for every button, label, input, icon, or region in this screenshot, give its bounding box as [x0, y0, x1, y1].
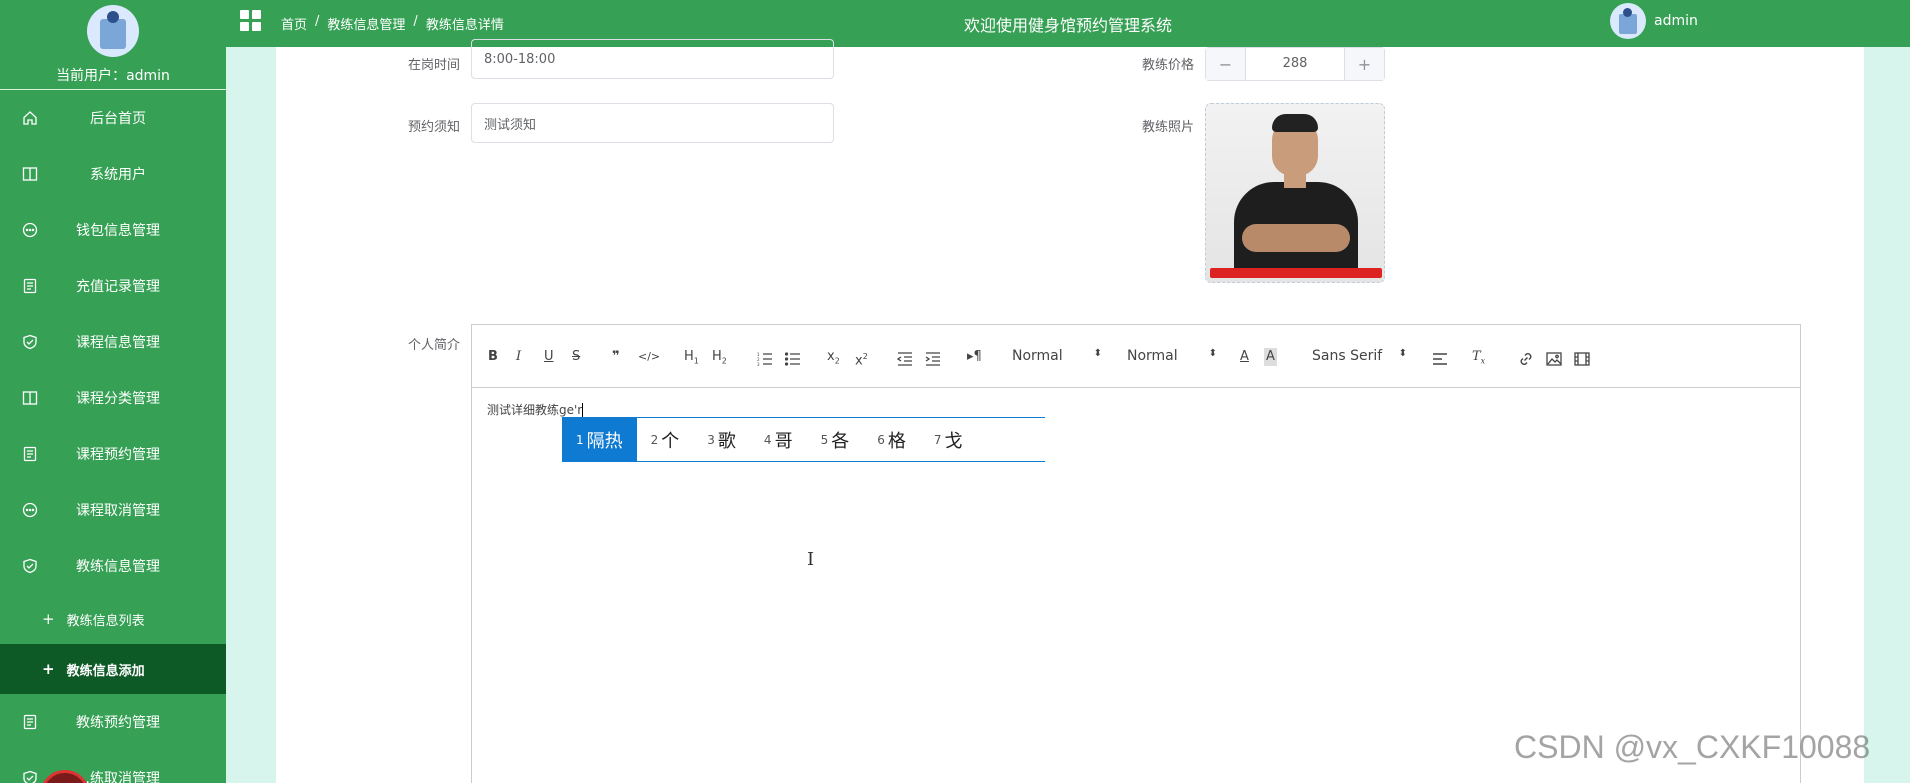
- document-icon: [23, 278, 37, 294]
- decrease-button[interactable]: −: [1206, 48, 1246, 80]
- chat-icon: [22, 502, 38, 518]
- sidebar-item-wallet[interactable]: 钱包信息管理: [0, 202, 226, 258]
- ime-candidate[interactable]: 2个: [637, 418, 694, 461]
- sidebar-item-course-category[interactable]: 课程分类管理: [0, 370, 226, 426]
- work-time-label: 在岗时间: [407, 58, 460, 73]
- avatar[interactable]: [1610, 3, 1646, 39]
- ime-candidate[interactable]: 5各: [807, 418, 864, 461]
- background-color-icon[interactable]: A: [1264, 348, 1277, 366]
- notice-label: 预约须知: [407, 120, 460, 135]
- sidebar-item-course-booking[interactable]: 课程预约管理: [0, 426, 226, 482]
- document-icon: [23, 714, 37, 730]
- columns-icon: [22, 167, 38, 181]
- breadcrumb-coach-management[interactable]: 教练信息管理: [327, 14, 405, 33]
- editor-toolbar: B I U S ❞ </> H1 H2 123 x2 x2 ▸¶ Normal ⬍…: [472, 325, 1800, 388]
- clear-format-icon[interactable]: Tx: [1472, 348, 1485, 366]
- menu-toggle-icon[interactable]: [240, 10, 262, 32]
- outdent-icon[interactable]: [897, 350, 913, 368]
- shield-check-icon: [23, 770, 37, 783]
- price-label: 教练价格: [1141, 58, 1194, 73]
- ime-candidate[interactable]: 1 隔热: [562, 418, 637, 461]
- bullet-list-icon[interactable]: [785, 350, 801, 368]
- watermark: CSDN @vx_CXKF10088: [1514, 729, 1871, 765]
- ime-candidate[interactable]: 4哥: [750, 418, 807, 461]
- sidebar-item-coach-cancel[interactable]: …练取消管理: [0, 750, 226, 783]
- header-picker[interactable]: Normal ⬍: [1012, 348, 1102, 364]
- ordered-list-icon[interactable]: 123: [757, 350, 773, 368]
- size-picker[interactable]: Normal ⬍: [1127, 348, 1217, 364]
- image-icon[interactable]: [1546, 350, 1562, 368]
- text-color-icon[interactable]: A: [1240, 348, 1249, 366]
- price-value[interactable]: 288: [1246, 48, 1344, 80]
- breadcrumb: 首页 / 教练信息管理 / 教练信息详情: [281, 14, 504, 33]
- link-icon[interactable]: [1518, 350, 1534, 368]
- text-direction-icon[interactable]: ▸¶: [967, 348, 982, 366]
- bold-button[interactable]: B: [488, 348, 498, 366]
- bio-label: 个人简介: [407, 338, 460, 353]
- photo-label: 教练照片: [1141, 120, 1194, 135]
- editor-content[interactable]: 测试详细教练ge'r: [487, 401, 584, 418]
- user-menu[interactable]: admin: [1610, 3, 1698, 39]
- superscript-button[interactable]: x2: [855, 348, 868, 368]
- coach-photo[interactable]: [1205, 103, 1385, 283]
- indent-icon[interactable]: [925, 350, 941, 368]
- italic-button[interactable]: I: [516, 348, 521, 366]
- submenu-item-coach-list[interactable]: + 教练信息列表: [0, 594, 226, 644]
- avatar[interactable]: [87, 5, 139, 57]
- plus-icon: +: [42, 660, 55, 678]
- submenu-item-label: 教练信息添加: [66, 663, 145, 679]
- align-icon[interactable]: [1432, 350, 1448, 368]
- notice-input[interactable]: 测试须知: [471, 103, 834, 143]
- document-icon: [23, 446, 37, 462]
- sidebar: 当前用户：admin 后台首页 系统用户 钱包信息管理 充值记录管理 课程信息管…: [0, 0, 226, 783]
- text-cursor-icon: I: [807, 549, 815, 570]
- chevron-updown-icon: ⬍: [1208, 348, 1217, 359]
- form-panel: 在岗时间 8:00-18:00 预约须知 测试须知 教练价格 − 288 + 教…: [276, 39, 1864, 783]
- shield-check-icon: [23, 334, 37, 350]
- code-icon[interactable]: </>: [638, 348, 660, 366]
- sidebar-item-course-info[interactable]: 课程信息管理: [0, 314, 226, 370]
- ime-candidate[interactable]: 6格: [863, 418, 920, 461]
- h2-button[interactable]: H2: [712, 348, 727, 366]
- sidebar-profile: 当前用户：admin: [0, 0, 226, 90]
- breadcrumb-home[interactable]: 首页: [281, 14, 307, 33]
- video-icon[interactable]: [1574, 350, 1590, 368]
- ime-candidate[interactable]: 3歌: [693, 418, 750, 461]
- shield-check-icon: [23, 558, 37, 574]
- ime-candidate-bar: 1 隔热 2个 3歌 4哥 5各 6格 7戈: [562, 417, 1045, 462]
- breadcrumb-coach-detail: 教练信息详情: [425, 18, 504, 33]
- price-stepper: − 288 +: [1205, 47, 1385, 81]
- current-user-text: 当前用户：admin: [56, 68, 170, 84]
- underline-button[interactable]: U: [544, 348, 554, 366]
- columns-icon: [22, 391, 38, 405]
- home-icon: [23, 111, 37, 125]
- sidebar-item-coach-booking[interactable]: 教练预约管理: [0, 694, 226, 750]
- chat-icon: [22, 222, 38, 238]
- h1-button[interactable]: H1: [684, 348, 699, 366]
- svg-text:3: 3: [757, 362, 760, 367]
- blockquote-icon[interactable]: ❞: [612, 348, 620, 366]
- increase-button[interactable]: +: [1344, 48, 1384, 80]
- plus-icon: +: [42, 610, 55, 628]
- submenu-item-label: 教练信息列表: [66, 613, 145, 629]
- sidebar-item-system-users[interactable]: 系统用户: [0, 146, 226, 202]
- chevron-updown-icon: ⬍: [1398, 348, 1407, 359]
- sidebar-item-recharge[interactable]: 充值记录管理: [0, 258, 226, 314]
- breadcrumb-separator: /: [315, 14, 320, 29]
- work-time-input[interactable]: 8:00-18:00: [471, 39, 834, 79]
- subscript-button[interactable]: x2: [827, 348, 840, 366]
- submenu-item-coach-add[interactable]: + 教练信息添加: [0, 644, 226, 694]
- strike-button[interactable]: S: [572, 348, 580, 366]
- breadcrumb-separator: /: [413, 14, 418, 29]
- ime-candidate[interactable]: 7戈: [920, 418, 977, 461]
- sidebar-item-home[interactable]: 后台首页: [0, 90, 226, 146]
- chevron-updown-icon: ⬍: [1093, 348, 1102, 359]
- sidebar-item-course-cancel[interactable]: 课程取消管理: [0, 482, 226, 538]
- sidebar-item-coach-info[interactable]: 教练信息管理: [0, 538, 226, 594]
- rich-text-editor: B I U S ❞ </> H1 H2 123 x2 x2 ▸¶ Normal ⬍…: [471, 324, 1801, 783]
- username[interactable]: admin: [1654, 13, 1698, 29]
- font-picker[interactable]: Sans Serif ⬍: [1312, 348, 1407, 364]
